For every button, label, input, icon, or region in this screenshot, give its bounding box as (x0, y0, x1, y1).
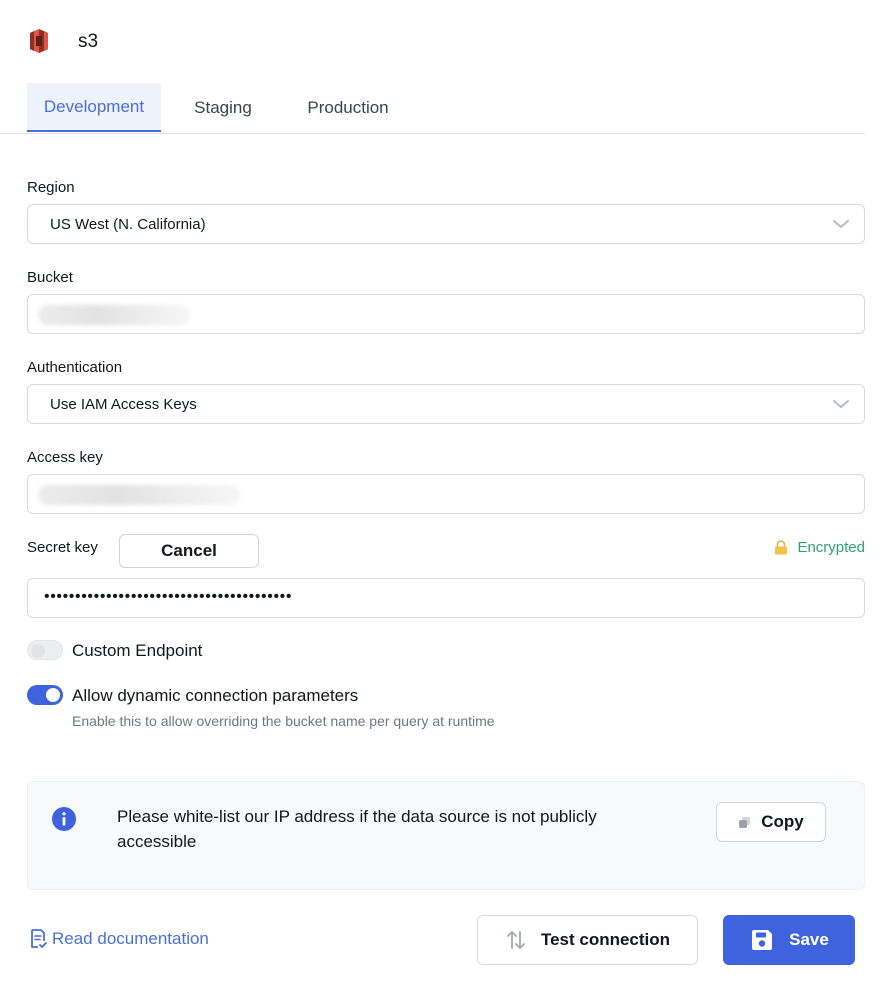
dynamic-params-toggle[interactable] (27, 685, 63, 705)
redacted-value (38, 305, 190, 325)
redacted-value (38, 485, 240, 505)
dynamic-params-label: Allow dynamic connection parameters (72, 686, 359, 705)
secret-key-value: •••••••••••••••••••••••••••••••••••••••• (44, 588, 293, 605)
copy-icon (739, 816, 751, 828)
notice-text: Please white-list our IP address if the … (117, 807, 597, 851)
ip-whitelist-notice: Please white-list our IP address if the … (27, 781, 865, 890)
region-select[interactable]: US West (N. California) (27, 204, 865, 244)
tab-staging[interactable]: Staging (180, 83, 266, 132)
sort-arrows-icon (507, 931, 525, 949)
app-header: s3 (27, 27, 98, 55)
secret-key-label: Secret key (27, 539, 98, 556)
environment-tabs: Development Staging Production (0, 83, 865, 134)
authentication-label: Authentication (27, 359, 123, 376)
lock-icon (775, 540, 788, 555)
save-label: Save (789, 930, 829, 949)
chevron-down-icon (833, 400, 849, 408)
aws-s3-logo-icon (30, 29, 48, 53)
info-icon (52, 807, 76, 831)
region-label: Region (27, 179, 75, 196)
encrypted-label: Encrypted (797, 539, 865, 556)
toggle-knob (46, 688, 60, 702)
test-connection-button[interactable]: Test connection (477, 915, 698, 965)
secret-key-input[interactable]: •••••••••••••••••••••••••••••••••••••••• (27, 578, 865, 618)
floppy-disk-icon (752, 930, 773, 950)
app-title: s3 (78, 31, 99, 52)
chevron-down-icon (833, 220, 849, 228)
access-key-label: Access key (27, 449, 103, 466)
custom-endpoint-label: Custom Endpoint (72, 641, 203, 660)
authentication-select[interactable]: Use IAM Access Keys (27, 384, 865, 424)
encrypted-badge: Encrypted (774, 539, 865, 556)
dynamic-params-help: Enable this to allow overriding the buck… (72, 713, 495, 729)
region-value: US West (N. California) (50, 216, 206, 233)
test-connection-label: Test connection (540, 930, 671, 949)
cancel-button[interactable]: Cancel (119, 534, 259, 568)
copy-label: Copy (761, 812, 804, 831)
copy-button[interactable]: Copy (716, 802, 826, 842)
tab-production[interactable]: Production (290, 83, 406, 132)
toggle-knob (31, 644, 45, 658)
read-documentation-label: Read documentation (52, 929, 209, 948)
custom-endpoint-toggle[interactable] (27, 640, 63, 660)
authentication-value: Use IAM Access Keys (50, 396, 197, 413)
bucket-input[interactable] (27, 294, 865, 334)
document-icon (31, 929, 47, 948)
read-documentation-link[interactable]: Read documentation (29, 928, 209, 950)
save-button[interactable]: Save (723, 915, 855, 965)
bucket-label: Bucket (27, 269, 73, 286)
access-key-input[interactable] (27, 474, 865, 514)
tab-development[interactable]: Development (27, 83, 161, 132)
